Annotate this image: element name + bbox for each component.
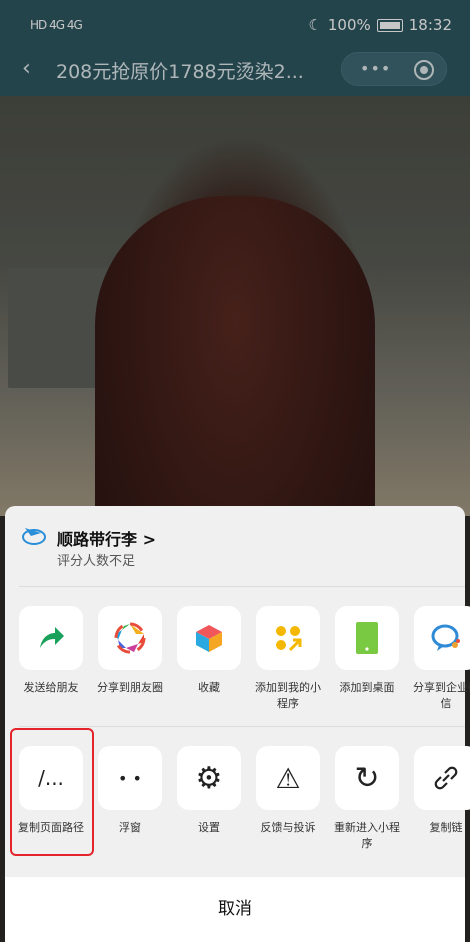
app-name[interactable]: 顺路带行李 > [57, 526, 156, 550]
refresh-icon: ↻ [335, 746, 399, 810]
share-arrow-icon [19, 606, 83, 670]
favorite-cube-icon [177, 606, 241, 670]
highlight-box [10, 728, 94, 856]
divider [19, 586, 465, 587]
link-icon [414, 746, 470, 810]
share-sheet: 顺路带行李 > 评分人数不足 发送给朋友 分享到朋友圈 收藏 添加到我的小程序 … [5, 506, 470, 942]
share-moments-label: 分享到朋友圈 [97, 681, 163, 694]
reenter-button[interactable]: ↻ 重新进入小程序 [327, 746, 407, 852]
share-friend-label: 发送给朋友 [23, 681, 79, 694]
share-wecom-button[interactable]: 分享到企业微信 [406, 606, 470, 712]
share-wecom-label: 分享到企业微信 [413, 681, 470, 710]
gear-icon: ⚙ [177, 746, 241, 810]
mini-program-dots-icon [256, 606, 320, 670]
wecom-chat-icon [414, 606, 470, 670]
float-window-button[interactable]: • • 浮窗 [90, 746, 170, 836]
app-logo-icon [22, 528, 46, 545]
feedback-button[interactable]: ⚠ 反馈与投诉 [248, 746, 328, 836]
share-friend-button[interactable]: 发送给朋友 [11, 606, 91, 696]
moments-aperture-icon [98, 606, 162, 670]
settings-button[interactable]: ⚙ 设置 [169, 746, 249, 836]
warning-icon: ⚠ [256, 746, 320, 810]
refresh-glyph: ↻ [354, 760, 380, 796]
favorite-button[interactable]: 收藏 [169, 606, 249, 696]
warning-glyph: ⚠ [275, 761, 301, 795]
phone-screen-icon [335, 606, 399, 670]
gear-glyph: ⚙ [195, 760, 223, 796]
app-header[interactable]: 顺路带行李 > 评分人数不足 [5, 506, 465, 586]
add-mini-program-button[interactable]: 添加到我的小程序 [248, 606, 328, 712]
float-window-glyph: • • [118, 768, 142, 788]
copy-link-label: 复制链 [429, 821, 463, 834]
float-window-label: 浮窗 [119, 821, 141, 834]
screen: HD 4G 4G ☾ 100% 18:32 ‹ 208元抢原价1788元烫染2.… [0, 0, 470, 942]
favorite-label: 收藏 [198, 681, 220, 694]
add-desktop-label: 添加到桌面 [339, 681, 395, 694]
share-moments-button[interactable]: 分享到朋友圈 [90, 606, 170, 696]
feedback-label: 反馈与投诉 [260, 821, 316, 834]
copy-link-button[interactable]: 复制链 [406, 746, 470, 836]
app-rating: 评分人数不足 [57, 554, 136, 569]
add-desktop-button[interactable]: 添加到桌面 [327, 606, 407, 696]
add-mini-program-label: 添加到我的小程序 [255, 681, 321, 710]
reenter-label: 重新进入小程序 [334, 821, 400, 850]
divider [19, 726, 465, 727]
cancel-button[interactable]: 取消 [5, 877, 465, 942]
float-window-icon: • • [98, 746, 162, 810]
share-row: 发送给朋友 分享到朋友圈 收藏 添加到我的小程序 添加到桌面 分享到企业 信 [5, 606, 470, 726]
settings-label: 设置 [198, 821, 220, 834]
